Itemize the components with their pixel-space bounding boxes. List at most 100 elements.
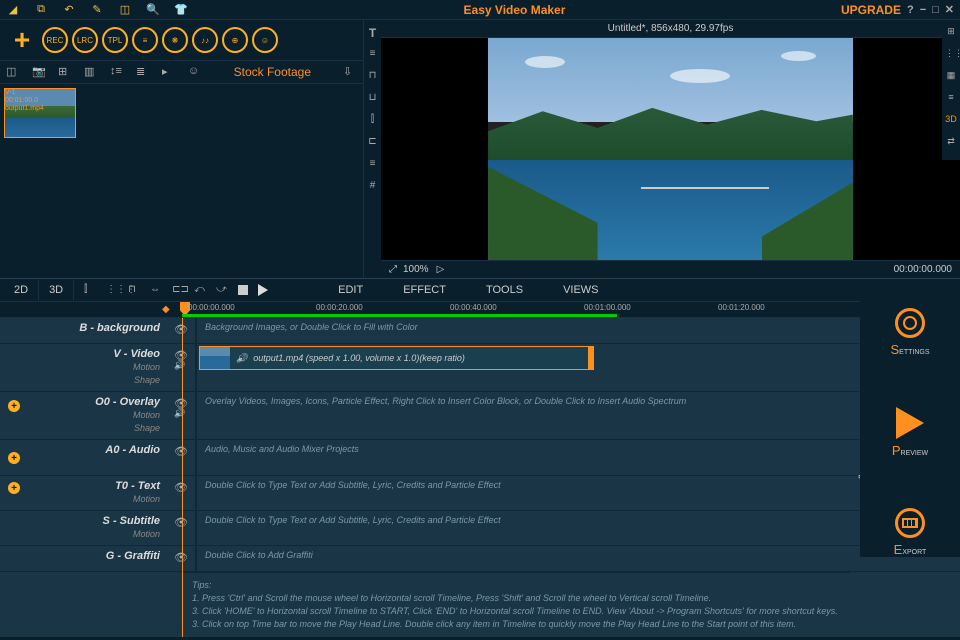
sort-icon[interactable]: ↕≡ <box>110 65 124 79</box>
track-lane[interactable]: Double Click to Type Text or Add Subtitl… <box>196 511 850 545</box>
play-button[interactable] <box>258 284 268 296</box>
upgrade-button[interactable]: UPGRADE <box>841 3 901 17</box>
pen-icon[interactable]: ✎ <box>90 3 104 17</box>
tl-icon-2[interactable]: ⋮⋮⋮ <box>106 284 118 296</box>
flag-icon[interactable]: ▸ <box>162 65 176 79</box>
add-media-button[interactable]: + <box>6 24 38 56</box>
tl-icon-6[interactable]: ⤺ <box>194 284 206 296</box>
face-button[interactable]: ☺ <box>252 27 278 53</box>
columns-icon[interactable]: ◫ <box>118 3 132 17</box>
media-thumbnail[interactable]: V-1 00:01:00.0 output1.mp4 <box>4 88 76 138</box>
tab-2d[interactable]: 2D <box>4 280 39 300</box>
tl-icon-1[interactable]: ⫿ <box>84 284 96 296</box>
undo-icon[interactable]: ↶ <box>62 3 76 17</box>
text-tools-column: T ≡ ⊓ ⊔ ⫿ ⊏ ≡ # <box>363 20 381 278</box>
menu-views[interactable]: VIEWS <box>563 284 598 296</box>
track-lane[interactable]: 🔊 output1.mp4 (speed x 1.00, volume x 1.… <box>196 344 850 391</box>
text-tool[interactable]: T <box>367 26 379 38</box>
add-text-button[interactable]: + <box>8 482 20 494</box>
timecode: 00:00:00.000 <box>894 264 952 275</box>
target-button[interactable]: ⊕ <box>222 27 248 53</box>
download-icon[interactable]: ⇩ <box>343 65 357 79</box>
tl-icon-stop[interactable] <box>238 285 248 295</box>
tool-d[interactable]: ⫿ <box>367 114 379 126</box>
zoom-reset-icon[interactable]: ⤢ <box>389 264 397 275</box>
rec-button[interactable]: REC <box>42 27 68 53</box>
track-video: V - Video Motion Shape 👁🔊 🔊 output1.mp4 … <box>0 344 960 392</box>
shirt-icon[interactable]: 👕 <box>174 3 188 17</box>
smile-icon[interactable]: ☺ <box>188 65 202 79</box>
effects-button[interactable]: ❋ <box>162 27 188 53</box>
settings-button[interactable]: Settings <box>890 308 929 357</box>
zoom-level: 100% <box>403 264 429 275</box>
visibility-toggle[interactable]: 👁 <box>174 481 187 490</box>
app-icon[interactable]: ◢ <box>6 3 20 17</box>
close-button[interactable]: ✕ <box>945 3 954 16</box>
track-overlay: + O0 - Overlay Motion Shape 👁🔊 Overlay V… <box>0 392 960 440</box>
visibility-toggle[interactable]: 👁 <box>174 323 187 332</box>
tool-e[interactable]: ⊏ <box>367 136 379 148</box>
tool-c[interactable]: ⊔ <box>367 92 379 104</box>
play-icon <box>896 407 924 439</box>
thumb-name: output1.mp4 <box>5 105 44 113</box>
tl-icon-5[interactable]: ⊏⊐ <box>172 284 184 296</box>
tl-icon-4[interactable]: ⇔ <box>150 284 162 296</box>
preview-viewport[interactable] <box>381 38 960 260</box>
add-overlay-button[interactable]: + <box>8 400 20 412</box>
track-lane[interactable]: Background Images, or Double Click to Fi… <box>196 318 850 343</box>
visibility-toggle[interactable]: 👁 <box>174 349 187 358</box>
track-lane[interactable]: Overlay Videos, Images, Icons, Particle … <box>196 392 850 439</box>
visibility-toggle[interactable]: 👁 <box>174 516 187 525</box>
frames-icon[interactable]: ▥ <box>84 65 98 79</box>
rtool-3[interactable]: ▦ <box>945 70 957 82</box>
minimize-button[interactable]: − <box>920 4 926 16</box>
video-icon[interactable]: ⊞ <box>58 65 72 79</box>
maximize-button[interactable]: □ <box>932 4 939 16</box>
track-lane[interactable]: Double Click to Type Text or Add Subtitl… <box>196 476 850 510</box>
menu-edit[interactable]: EDIT <box>338 284 363 296</box>
list-icon[interactable]: ≣ <box>136 65 150 79</box>
tool-1-icon[interactable]: ◫ <box>6 65 20 79</box>
time-ruler[interactable]: ◆ 00:00:00.000 00:00:20.000 00:00:40.000… <box>0 302 960 318</box>
play-preview-button[interactable]: ▷ <box>437 264 445 275</box>
tab-3d[interactable]: 3D <box>39 280 74 300</box>
search-icon[interactable]: 🔍 <box>146 3 160 17</box>
track-lane[interactable]: Double Click to Add Graffiti <box>196 546 850 571</box>
preview-button[interactable]: Preview <box>892 407 928 458</box>
rtool-swap[interactable]: ⇄ <box>945 136 957 148</box>
visibility-toggle[interactable]: 👁 <box>174 551 187 560</box>
video-clip[interactable]: 🔊 output1.mp4 (speed x 1.00, volume x 1.… <box>199 346 594 370</box>
tl-icon-7[interactable]: ⤻ <box>216 284 228 296</box>
rtool-1[interactable]: ⊞ <box>945 26 957 38</box>
menu-effect[interactable]: EFFECT <box>403 284 446 296</box>
music-button[interactable]: ♪♪ <box>192 27 218 53</box>
audio-toggle[interactable]: 🔊 <box>174 360 187 369</box>
tool-a[interactable]: ≡ <box>367 48 379 60</box>
tool-f[interactable]: ≡ <box>367 158 379 170</box>
audio-toggle[interactable]: 🔊 <box>174 408 187 417</box>
menu-tools[interactable]: TOOLS <box>486 284 523 296</box>
rtool-2[interactable]: ⋮⋮ <box>945 48 957 60</box>
copy-icon[interactable]: ⧉ <box>34 3 48 17</box>
tl-icon-3[interactable]: ⊓ <box>128 284 140 296</box>
lrc-button[interactable]: LRC <box>72 27 98 53</box>
ruler-marker-icon[interactable]: ◆ <box>162 304 174 316</box>
tpl-button[interactable]: TPL <box>102 27 128 53</box>
tool-b[interactable]: ⊓ <box>367 70 379 82</box>
track-lane[interactable]: Audio, Music and Audio Mixer Projects <box>196 440 850 475</box>
media-bin[interactable]: V-1 00:01:00.0 output1.mp4 <box>0 84 363 278</box>
rtool-4[interactable]: ≡ <box>945 92 957 104</box>
add-audio-button[interactable]: + <box>8 452 20 464</box>
rtool-3d[interactable]: 3D <box>945 114 957 126</box>
timeline-toolbar: 2D 3D ⫿ ⋮⋮⋮ ⊓ ⇔ ⊏⊐ ⤺ ⤻ EDIT EFFECT TOOLS… <box>0 278 960 302</box>
export-button[interactable]: Export <box>894 508 927 557</box>
visibility-toggle[interactable]: 👁 <box>174 445 187 454</box>
help-button[interactable]: ? <box>907 4 914 16</box>
list-button[interactable]: ≡ <box>132 27 158 53</box>
stock-footage-button[interactable]: Stock Footage <box>234 65 311 79</box>
camera-icon[interactable]: 📷 <box>32 65 46 79</box>
clip-audio-icon: 🔊 <box>236 353 247 364</box>
preview-panel: Untitled*, 856x480, 29.97fps ⤢ 100% <box>381 20 960 278</box>
tool-g[interactable]: # <box>367 180 379 192</box>
visibility-toggle[interactable]: 👁 <box>174 397 187 406</box>
